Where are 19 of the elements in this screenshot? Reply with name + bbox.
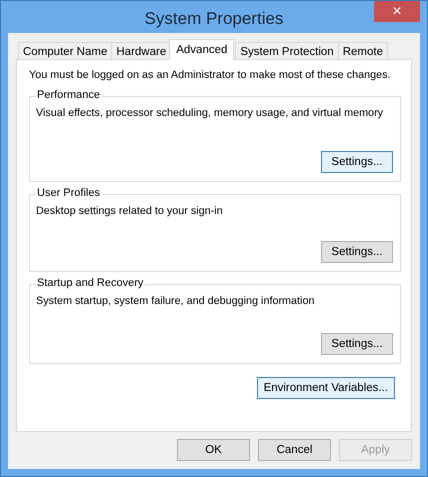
notice-text: You must be logged on as an Administrator to make most of these changes. [29,69,392,81]
tab[interactable]: Remote [338,42,388,60]
settings-button[interactable]: Settings... [321,333,393,355]
dialog-button[interactable]: OK [177,439,250,461]
close-button[interactable]: × [374,1,420,22]
tab[interactable]: System Protection [235,42,339,60]
group-title: Performance [36,89,101,101]
group-title: Startup and Recovery [36,277,144,289]
tab[interactable]: Advanced [169,39,234,60]
group-description: Visual effects, processor scheduling, memory usage, and virtual memory [36,107,384,119]
window-title: System Properties [144,8,284,28]
dialog-button[interactable]: Cancel [258,439,331,461]
group-description: System startup, system failure, and debugging information [36,295,316,307]
group-description: Desktop settings related to your sign-in [36,205,224,217]
group-title: User Profiles [36,187,101,199]
settings-button[interactable]: Settings... [321,241,393,263]
environment-variables-button[interactable]: Environment Variables... [256,377,395,399]
tab[interactable]: Computer Name [18,42,112,60]
settings-button[interactable]: Settings... [321,151,393,173]
